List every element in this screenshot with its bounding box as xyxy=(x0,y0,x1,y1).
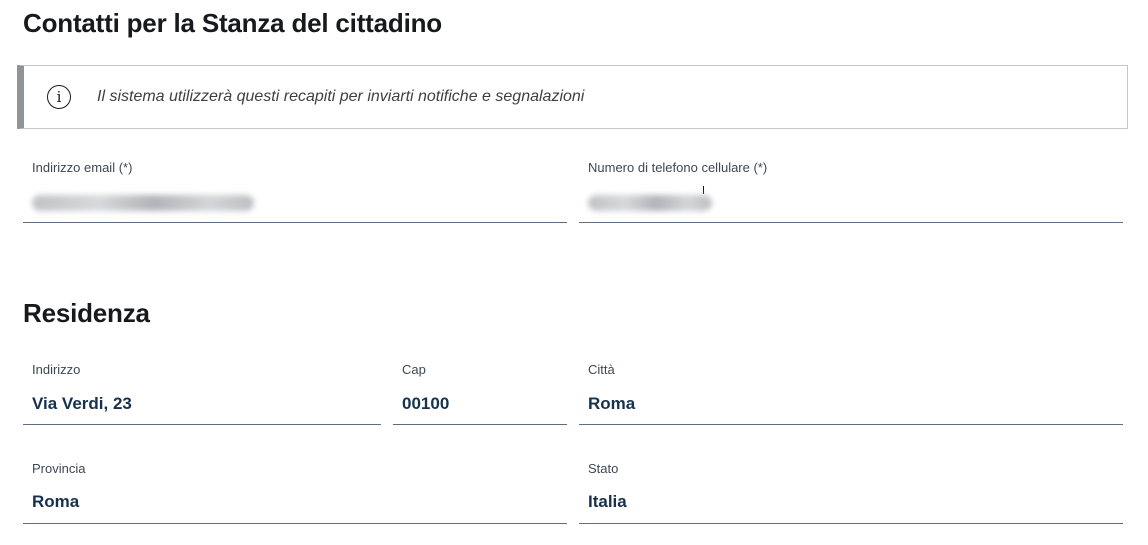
address-field[interactable]: Indirizzo Via Verdi, 23 xyxy=(23,362,381,425)
cap-field-label: Cap xyxy=(402,362,426,377)
email-field[interactable]: Indirizzo email (*) xyxy=(23,160,567,223)
city-field-label: Città xyxy=(588,362,615,377)
cap-field-value: 00100 xyxy=(402,394,450,413)
info-callout-text: Il sistema utilizzerà questi recapiti pe… xyxy=(97,88,585,105)
email-field-label: Indirizzo email (*) xyxy=(32,160,133,175)
state-field-label: Stato xyxy=(588,461,619,476)
cap-field[interactable]: Cap 00100 xyxy=(393,362,567,425)
mobile-phone-field-label: Numero di telefono cellulare (*) xyxy=(588,160,768,175)
mobile-phone-field[interactable]: Numero di telefono cellulare (*) xyxy=(579,160,1123,223)
phone-redacted-value xyxy=(588,195,712,211)
contacts-section-title: Contatti per la Stanza del cittadino xyxy=(23,8,442,38)
state-field[interactable]: Stato Italia xyxy=(579,461,1123,524)
city-field[interactable]: Città Roma xyxy=(579,362,1123,425)
city-field-value: Roma xyxy=(588,394,636,413)
email-redacted-value xyxy=(32,195,254,211)
province-field-value: Roma xyxy=(32,492,80,511)
info-callout: i Il sistema utilizzerà questi recapiti … xyxy=(17,65,1128,129)
address-field-value: Via Verdi, 23 xyxy=(32,394,132,413)
address-field-label: Indirizzo xyxy=(32,362,81,377)
province-field[interactable]: Provincia Roma xyxy=(23,461,567,524)
state-field-value: Italia xyxy=(588,492,627,511)
province-field-label: Provincia xyxy=(32,461,86,476)
info-circle-icon: i xyxy=(47,85,71,109)
residence-section-title: Residenza xyxy=(23,298,150,328)
text-cursor-mark xyxy=(703,186,704,194)
